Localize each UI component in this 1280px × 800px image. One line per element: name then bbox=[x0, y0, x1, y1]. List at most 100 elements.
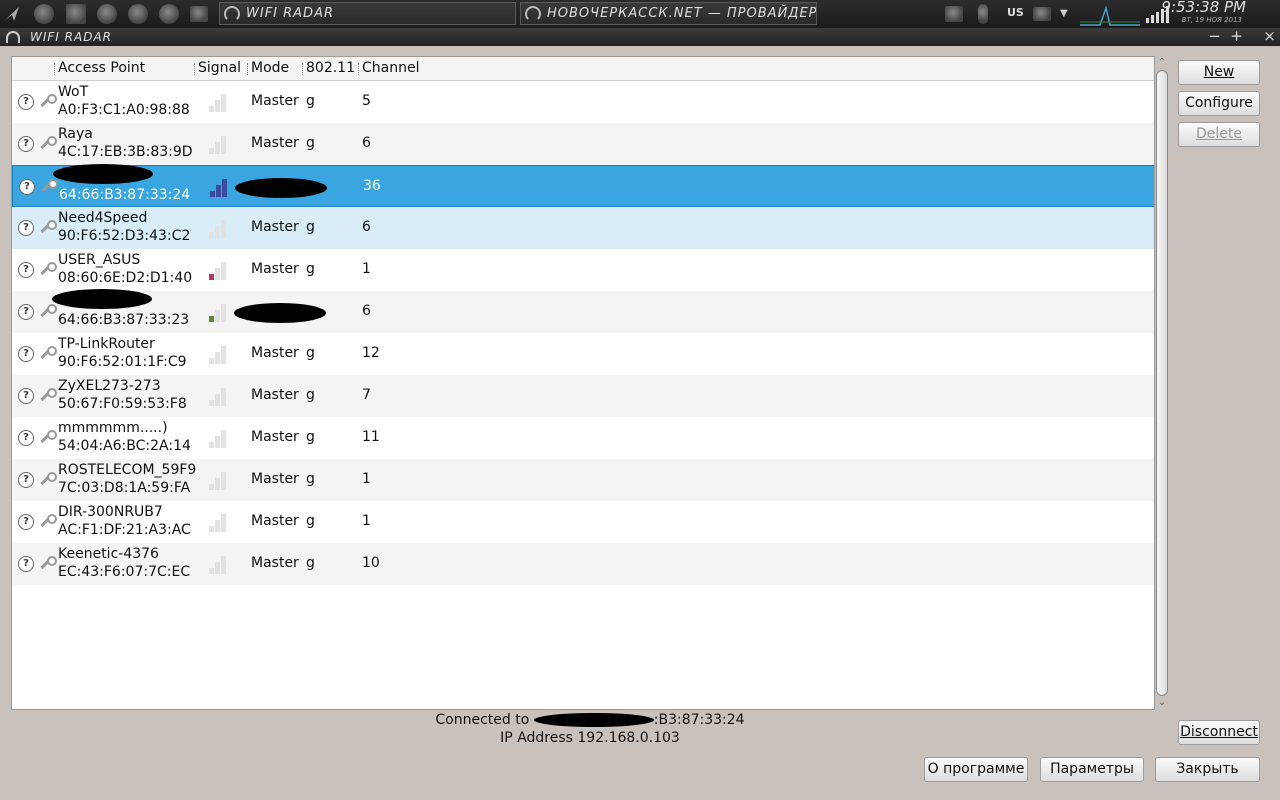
signal-bar bbox=[209, 484, 214, 490]
access-point-mac: AC:F1:DF:21:A3:AC bbox=[58, 522, 191, 538]
access-point-mode: Master bbox=[251, 555, 299, 571]
taskbar-item-browser[interactable]: НОВОЧЕРКАССК.NET — ПРОВАЙДЕР ОАО ОКТЕ bbox=[520, 2, 817, 25]
monitor-icon[interactable] bbox=[945, 6, 963, 22]
access-point-list[interactable]: Access Point Signal Mode 802.11 Channel … bbox=[11, 56, 1155, 710]
browser-icon[interactable] bbox=[97, 4, 117, 24]
signal-bar bbox=[221, 220, 226, 238]
column-signal[interactable]: Signal bbox=[198, 60, 241, 76]
column-802-11[interactable]: 802.11 bbox=[306, 60, 355, 76]
signal-strength-icon bbox=[209, 136, 231, 154]
app-icon[interactable] bbox=[159, 4, 179, 24]
home-icon[interactable] bbox=[66, 4, 86, 24]
terminal-icon[interactable] bbox=[190, 6, 208, 22]
signal-bar bbox=[209, 568, 214, 574]
access-point-mac: 08:60:6E:D2:D1:40 bbox=[58, 270, 193, 286]
window-titlebar[interactable]: WIFI RADAR − + × bbox=[0, 28, 1280, 46]
access-point-row[interactable]: ? mmmmmm.....) 54:04:A6:BC:2A:14 Master g 11 bbox=[12, 417, 1154, 459]
access-point-channel: 10 bbox=[362, 555, 380, 571]
access-point-channel: 5 bbox=[362, 93, 371, 109]
access-point-mode: Master bbox=[251, 513, 299, 529]
access-point-channel: 6 bbox=[362, 135, 371, 151]
key-icon bbox=[38, 261, 57, 277]
signal-bar bbox=[216, 185, 221, 197]
signal-bar bbox=[221, 262, 226, 280]
about-button[interactable]: О программе bbox=[924, 757, 1028, 782]
signal-bar bbox=[215, 394, 220, 406]
key-icon bbox=[38, 303, 57, 319]
column-access-point[interactable]: Access Point bbox=[58, 60, 145, 76]
close-window-button[interactable]: × bbox=[1262, 28, 1278, 46]
signal-bar bbox=[215, 268, 220, 280]
clock[interactable]: 9:53:38 PM bbox=[1161, 0, 1246, 16]
key-icon bbox=[38, 387, 57, 403]
messenger-icon[interactable] bbox=[128, 4, 148, 24]
delete-button[interactable]: Delete bbox=[1178, 122, 1260, 147]
access-point-protocol: g bbox=[306, 135, 315, 151]
access-point-name: USER_ASUS bbox=[58, 252, 141, 268]
signal-bar bbox=[209, 274, 214, 280]
access-point-row[interactable]: ? Need4Speed 90:F6:52:D3:43:C2 Master g 6 bbox=[12, 207, 1154, 249]
connection-status: Connected to :B3:87:33:24 IP Address 192… bbox=[300, 711, 880, 747]
configure-button[interactable]: Configure bbox=[1178, 91, 1260, 116]
key-icon bbox=[38, 471, 57, 487]
signal-bar bbox=[221, 388, 226, 406]
access-point-protocol: g bbox=[306, 261, 315, 277]
browser-icon bbox=[525, 6, 541, 22]
minimize-button[interactable]: − bbox=[1207, 28, 1223, 46]
access-point-row[interactable]: ? ZyXEL273-273 50:67:F0:59:53:F8 Master g 7 bbox=[12, 375, 1154, 417]
access-point-row[interactable]: ? Keenetic-4376 EC:43:F6:07:7C:EC Master g 10 bbox=[12, 543, 1154, 585]
unknown-security-icon: ? bbox=[18, 220, 34, 236]
redaction-mark bbox=[234, 303, 326, 323]
signal-strength-icon bbox=[209, 388, 231, 406]
access-point-protocol: g bbox=[306, 93, 315, 109]
scroll-up-icon[interactable]: ⌃ bbox=[1155, 56, 1169, 70]
access-point-channel: 6 bbox=[362, 303, 371, 319]
access-point-row[interactable]: ? ROSTELECOM_59F9 7C:03:D8:1A:59:FA Master g… bbox=[12, 459, 1154, 501]
clipboard-icon[interactable] bbox=[1033, 7, 1051, 21]
settings-gear-icon[interactable] bbox=[34, 4, 54, 24]
access-point-mac: 90:F6:52:D3:43:C2 bbox=[58, 228, 191, 244]
taskbar-item-wifi-radar[interactable]: WIFI RADAR bbox=[219, 2, 516, 25]
access-point-protocol: g bbox=[306, 513, 315, 529]
unknown-security-icon: ? bbox=[18, 304, 34, 320]
access-point-row[interactable]: ? 64:66:B3:87:33:24 36 bbox=[12, 164, 1154, 207]
keyboard-layout[interactable]: US bbox=[1007, 6, 1024, 19]
scroll-down-icon[interactable]: ⌄ bbox=[1155, 696, 1169, 710]
column-mode[interactable]: Mode bbox=[251, 60, 289, 76]
signal-bar bbox=[209, 400, 214, 406]
access-point-mac: 4C:17:EB:3B:83:9D bbox=[58, 144, 193, 160]
access-point-channel: 1 bbox=[362, 261, 371, 277]
launcher-icon[interactable] bbox=[2, 4, 22, 24]
access-point-row[interactable]: ? Raya 4C:17:EB:3B:83:9D Master g 6 bbox=[12, 123, 1154, 165]
access-point-row[interactable]: ? 64:66:B3:87:33:23 6 bbox=[12, 289, 1154, 333]
access-point-protocol: g bbox=[306, 555, 315, 571]
unknown-security-icon: ? bbox=[18, 262, 34, 278]
access-point-mode: Master bbox=[251, 261, 299, 277]
access-point-mac: 64:66:B3:87:33:24 bbox=[59, 187, 191, 203]
chevron-down-icon[interactable]: ▼ bbox=[1060, 8, 1068, 19]
key-icon bbox=[38, 345, 57, 361]
key-icon bbox=[38, 93, 57, 109]
access-point-name: ZyXEL273-273 bbox=[58, 378, 161, 394]
maximize-button[interactable]: + bbox=[1229, 28, 1245, 46]
key-icon bbox=[39, 178, 58, 194]
close-button[interactable]: Закрыть bbox=[1155, 757, 1260, 782]
new-button[interactable]: New bbox=[1178, 60, 1260, 85]
access-point-row[interactable]: ? TP-LinkRouter 90:F6:52:01:1F:C9 Master g 12 bbox=[12, 333, 1154, 375]
signal-strength-icon bbox=[209, 346, 231, 364]
key-icon bbox=[38, 429, 57, 445]
signal-strength-icon bbox=[209, 304, 231, 322]
key-icon bbox=[38, 135, 57, 151]
redaction-mark bbox=[533, 713, 654, 727]
access-point-name: Keenetic-4376 bbox=[58, 546, 159, 562]
list-scrollbar[interactable]: ⌃ ⌄ bbox=[1155, 56, 1169, 710]
access-point-row[interactable]: ? WoT A0:F3:C1:A0:98:88 Master g 5 bbox=[12, 81, 1154, 123]
scrollbar-thumb[interactable] bbox=[1156, 70, 1168, 696]
access-point-row[interactable]: ? USER_ASUS 08:60:6E:D2:D1:40 Master g 1 bbox=[12, 249, 1154, 291]
disconnect-button[interactable]: Disconnect bbox=[1178, 720, 1260, 745]
access-point-row[interactable]: ? DIR-300NRUB7 AC:F1:DF:21:A3:AC Master g 1 bbox=[12, 501, 1154, 543]
key-icon bbox=[38, 555, 57, 571]
access-point-protocol: g bbox=[306, 219, 315, 235]
column-channel[interactable]: Channel bbox=[362, 60, 419, 76]
settings-button[interactable]: Параметры bbox=[1040, 757, 1144, 782]
